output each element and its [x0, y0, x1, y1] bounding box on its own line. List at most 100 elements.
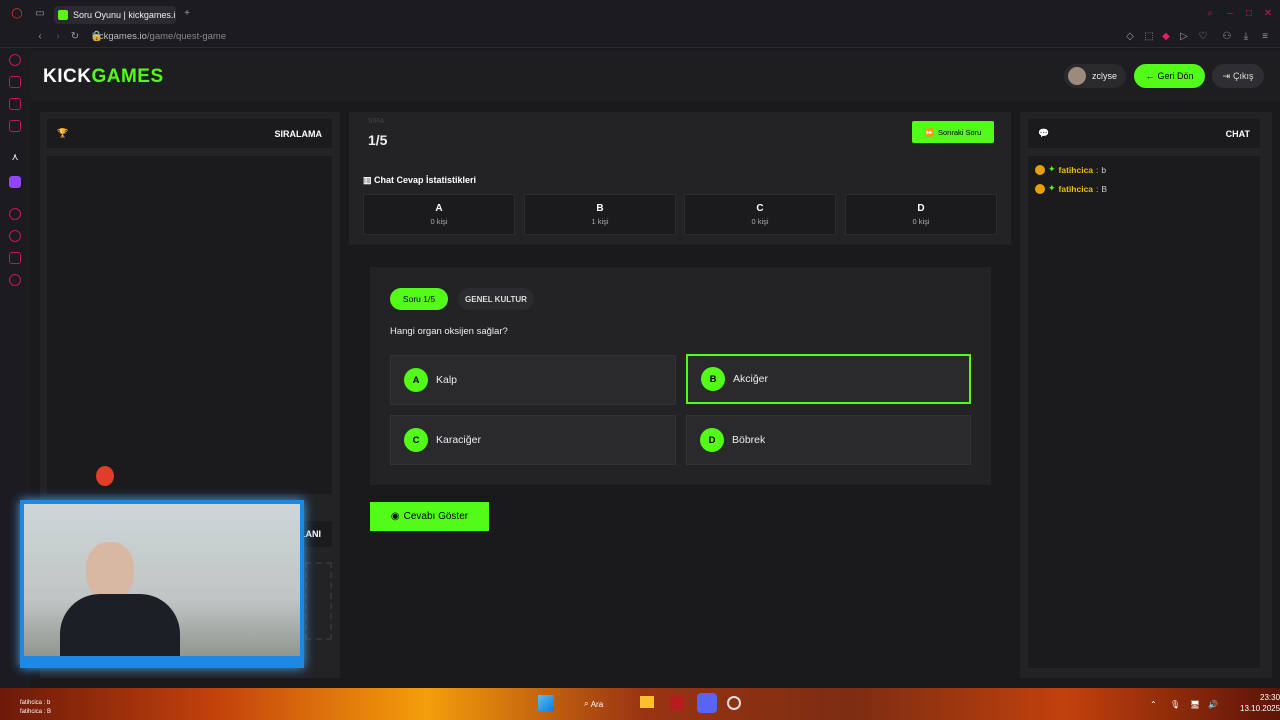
- download-icon[interactable]: ⤓: [1239, 31, 1253, 43]
- microphone-icon[interactable]: 🎙: [1170, 693, 1180, 715]
- forward-arrow-icon[interactable]: ›: [51, 31, 65, 43]
- profile-icon[interactable]: ⚇: [1220, 31, 1234, 43]
- question-category-badge: GENEL KULTUR: [458, 288, 534, 310]
- next-question-label: Sonraki Soru: [937, 127, 982, 137]
- question-number-badge: Soru 1/5: [390, 288, 448, 310]
- snapshot-icon[interactable]: ⬚: [1142, 31, 1156, 43]
- answer-option-c[interactable]: C Karaciğer: [390, 415, 676, 465]
- chat-separator: :: [1096, 164, 1099, 175]
- logout-icon: ⇥: [1222, 70, 1231, 81]
- tab-workspaces-icon[interactable]: ▭: [33, 8, 47, 20]
- stat-letter: B: [596, 203, 604, 214]
- settings-icon[interactable]: [9, 274, 21, 286]
- windows-start-icon[interactable]: [538, 695, 554, 711]
- tab-title: Soru Oyunu | kickgames.i: [73, 10, 176, 20]
- opera-taskbar-icon[interactable]: [670, 696, 684, 710]
- speed-dial-icon[interactable]: [9, 54, 21, 66]
- chat-title: CHAT: [1225, 128, 1250, 139]
- chat-username[interactable]: fatihcica: [1059, 165, 1094, 175]
- option-letter: D: [700, 428, 724, 452]
- stat-letter: D: [917, 203, 925, 214]
- kickgames-logo[interactable]: KICKGAMES: [43, 66, 164, 88]
- user-profile-chip[interactable]: zclyse: [1064, 64, 1126, 88]
- discord-icon[interactable]: [697, 693, 717, 713]
- browser-tab-active[interactable]: Soru Oyunu | kickgames.i: [54, 6, 176, 24]
- menu-icon[interactable]: ≡: [1258, 31, 1272, 43]
- close-window-icon[interactable]: ✕: [1261, 8, 1275, 20]
- extensions-sidebar-icon[interactable]: [9, 252, 21, 264]
- aria-icon[interactable]: [9, 76, 21, 88]
- leaderboard-list: [47, 156, 332, 494]
- stat-card-a: A 0 kişi: [363, 194, 515, 235]
- twitch-icon[interactable]: [9, 176, 21, 188]
- kickgames-favicon-icon: [58, 10, 68, 20]
- option-text: Karaciğer: [436, 434, 481, 446]
- history-icon[interactable]: [9, 230, 21, 242]
- instagram-icon[interactable]: [9, 120, 21, 132]
- chat-answer-stats-title: ▥ Chat Cevap İstatistikleri: [363, 175, 476, 186]
- username: zclyse: [1092, 71, 1118, 81]
- search-tabs-icon[interactable]: ⌕: [1203, 8, 1217, 20]
- answer-option-b[interactable]: B Akciğer: [686, 354, 971, 404]
- play-icon[interactable]: ▷: [1177, 31, 1191, 43]
- leaderboard-title: SIRALAMA: [274, 128, 323, 139]
- answer-option-d[interactable]: D Böbrek: [686, 415, 971, 465]
- pocket-icon[interactable]: ◆: [1159, 31, 1173, 43]
- volume-icon[interactable]: 🔊: [1208, 693, 1218, 715]
- answer-option-a[interactable]: A Kalp: [390, 355, 676, 405]
- arrow-left-icon: ←: [1145, 71, 1155, 81]
- stat-card-b: B 1 kişi: [524, 194, 676, 235]
- file-explorer-icon[interactable]: [640, 696, 654, 708]
- minimize-icon[interactable]: –: [1223, 8, 1237, 20]
- url-field[interactable]: kickgames.io/game/quest-game: [92, 31, 226, 42]
- webcam-frame-bar: [24, 656, 300, 664]
- stat-count: 0 kişi: [430, 217, 448, 226]
- second-panel-dropzone: [305, 562, 332, 640]
- trophy-icon: 🏆: [57, 128, 69, 138]
- streamer-webcam-overlay: [20, 500, 304, 668]
- exit-button[interactable]: ⇥ Çıkış: [1212, 64, 1264, 88]
- kick-sidebar-icon[interactable]: ⋏: [8, 152, 22, 164]
- back-arrow-icon[interactable]: ‹: [33, 31, 47, 43]
- taskbar-clock[interactable]: 23:30 13.10.2025: [1240, 692, 1280, 714]
- option-text: Kalp: [436, 374, 458, 386]
- extensions-icon[interactable]: ◇: [1123, 31, 1137, 43]
- back-button[interactable]: ← Geri Dön: [1134, 64, 1205, 88]
- option-letter: B: [701, 367, 725, 391]
- clock-date: 13.10.2025: [1240, 704, 1280, 713]
- stat-count: 0 kişi: [751, 217, 769, 226]
- url-host: kickgames.io: [92, 31, 147, 42]
- opera-logo-icon[interactable]: ◯: [10, 8, 24, 20]
- chat-message: ✦ fatihcica : b: [1035, 164, 1106, 175]
- taskbar-search[interactable]: ⌕ Ara: [584, 693, 603, 715]
- messenger-icon[interactable]: [9, 98, 21, 110]
- url-path: /game/quest-game: [146, 31, 227, 42]
- bar-chart-icon: ▥: [363, 175, 375, 185]
- new-tab-button[interactable]: +: [180, 8, 194, 20]
- webcam-person-head: [86, 542, 134, 600]
- stream-chat-overlay: fatihcica : b fatihcica : B: [20, 699, 51, 717]
- stat-count: 1 kişi: [591, 217, 609, 226]
- progress-caption: SIRA: [368, 118, 385, 125]
- tray-chevron-icon[interactable]: ⌃: [1150, 693, 1157, 715]
- show-answer-button[interactable]: ◉ Cevabı Göster: [370, 502, 489, 531]
- chat-username[interactable]: fatihcica: [1059, 184, 1094, 194]
- logo-kick: KICK: [43, 66, 92, 87]
- maximize-icon[interactable]: □: [1242, 8, 1256, 20]
- heart-icon[interactable]: ♡: [1196, 31, 1210, 43]
- next-question-button[interactable]: ⏩ Sonraki Soru: [912, 121, 994, 143]
- stat-letter: A: [435, 203, 443, 214]
- reload-icon[interactable]: ↻: [68, 31, 82, 43]
- subscriber-badge-icon: [1035, 183, 1045, 194]
- player-icon[interactable]: [9, 208, 21, 220]
- chat-message: ✦ fatihcica : B: [1035, 183, 1107, 194]
- avatar: [1068, 67, 1086, 85]
- option-letter: A: [404, 368, 428, 392]
- overlay-chat-line: fatihcica : B: [20, 709, 52, 715]
- stream-overlay-logo-icon: [96, 466, 114, 486]
- show-answer-label: Cevabı Göster: [403, 511, 469, 522]
- question-text: Hangi organ oksijen sağlar?: [390, 326, 508, 337]
- overlay-chat-line: fatihcica : b: [20, 700, 51, 706]
- obs-icon[interactable]: [727, 696, 741, 710]
- network-icon[interactable]: 🖥: [1190, 693, 1200, 715]
